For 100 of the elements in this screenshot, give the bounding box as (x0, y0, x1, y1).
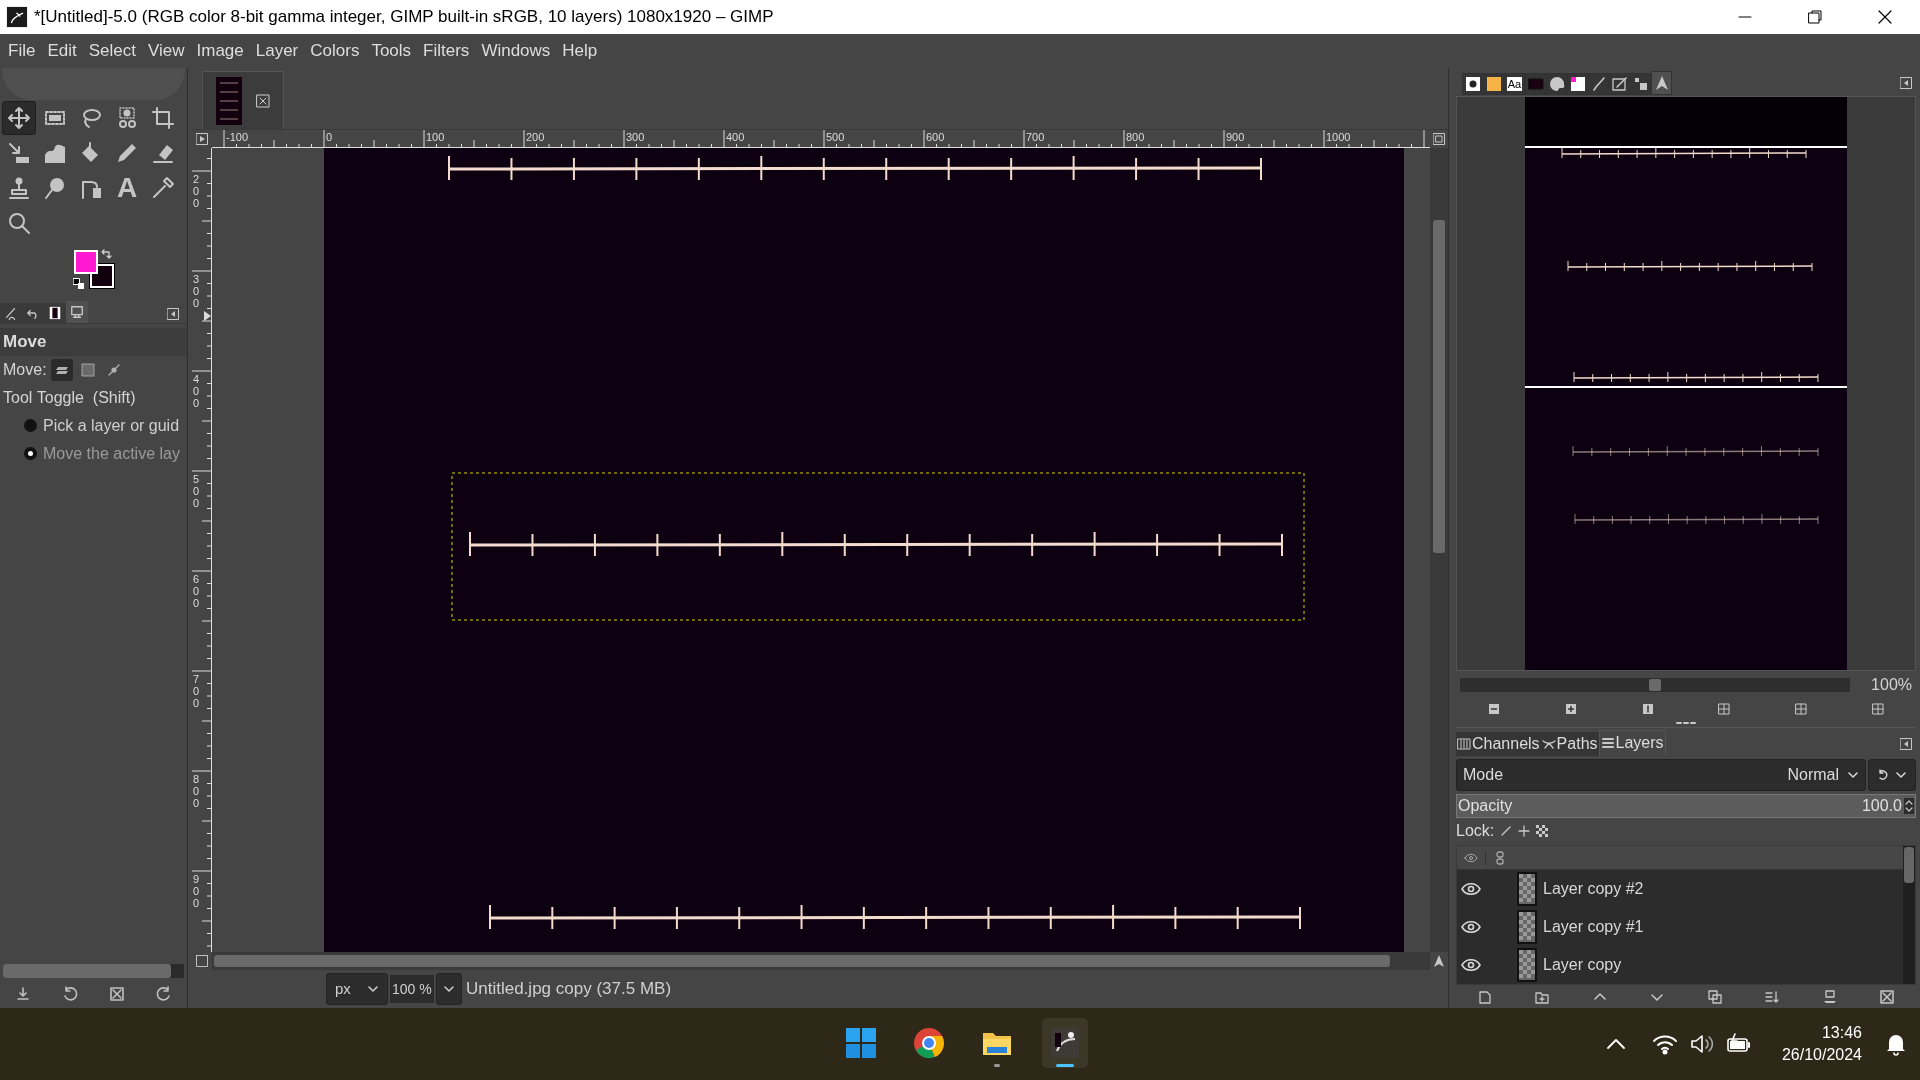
eye-icon (1464, 852, 1478, 863)
ruler-label: 100 (426, 130, 445, 144)
blocks-icon (1632, 75, 1649, 92)
collapse-icon (1900, 737, 1912, 750)
layer-row[interactable]: Layer copy #2 (1457, 869, 1903, 908)
menu-item[interactable]: Edit (41, 38, 83, 64)
dock-tab[interactable] (1630, 72, 1651, 95)
color-swatches[interactable] (74, 250, 115, 289)
clock-time[interactable]: 13:46 (1821, 1022, 1862, 1044)
stamp-icon (7, 176, 31, 200)
save-down-icon (15, 986, 32, 1002)
clock-date[interactable]: 26/10/2024 (1781, 1044, 1862, 1066)
ruler-label: 600 (926, 130, 945, 144)
menu-item[interactable]: Image (190, 38, 250, 64)
image-info: Untitled.jpg copy (37.5 MB) (466, 978, 672, 1001)
menu-item[interactable]: Layer (249, 38, 305, 64)
panel-tab[interactable]: Channels (1456, 731, 1541, 756)
ruler-label: 600 (193, 573, 201, 610)
menu-item[interactable]: Select (82, 38, 142, 64)
fill-window-button[interactable] (1793, 702, 1808, 717)
tool-button[interactable] (2, 101, 36, 135)
new-layer-button[interactable] (1476, 989, 1493, 1006)
pattern-swatch-icon (1485, 75, 1502, 92)
dock-tab[interactable] (1483, 72, 1504, 95)
scrollbar[interactable] (212, 952, 1430, 970)
dock-tab[interactable] (1651, 70, 1672, 95)
lock-position-button[interactable] (1518, 825, 1531, 838)
mode-dropdown[interactable]: Mode Normal (1456, 758, 1866, 792)
lock-pixels-button[interactable] (1500, 825, 1513, 838)
menu-item[interactable]: Help (556, 38, 604, 64)
scrollbar[interactable] (3, 964, 184, 978)
move-label: Move: (3, 359, 47, 380)
image-tab[interactable] (202, 71, 284, 129)
brush-icon (1500, 825, 1513, 838)
radio-button[interactable] (24, 419, 37, 432)
zoom-out-button[interactable] (1487, 702, 1502, 717)
image-thumbnail (216, 76, 242, 125)
move-mode-button[interactable] (50, 358, 73, 381)
spin-arrows-icon (1904, 798, 1914, 815)
dock-tab[interactable] (1546, 72, 1567, 95)
layer-row[interactable]: Layer copy (1457, 945, 1903, 984)
fit-image-button[interactable] (1717, 702, 1732, 717)
layer-name: Layer copy #1 (1543, 916, 1644, 937)
zoom-field[interactable]: 100 % (390, 975, 434, 1003)
browser-icon (913, 1027, 945, 1059)
dock-tab[interactable] (44, 303, 66, 323)
taskbar-button[interactable] (1042, 1018, 1088, 1068)
window-title: *[Untitled]-5.0 (RGB color 8-bit gamma integer, GIMP built-in sRGB, 10 layers) 1080x1920 – GIMP (34, 6, 774, 29)
menu-item[interactable]: Filters (417, 38, 476, 64)
zoom-dropdown[interactable] (436, 973, 462, 1005)
dock-tab[interactable]: Aa (1504, 72, 1525, 95)
default-colors-icon (73, 278, 85, 290)
pencil-icon (115, 141, 139, 165)
panel-tab[interactable]: Paths (1540, 731, 1599, 756)
palette-icon (1548, 75, 1565, 92)
menu-item[interactable]: Colors (304, 38, 366, 64)
scrollbar[interactable] (1430, 148, 1448, 952)
unit-dropdown[interactable]: px (326, 973, 388, 1005)
paintbrush-icon (1590, 75, 1607, 92)
pointer-marker-icon (204, 311, 211, 321)
undo-icon (62, 986, 79, 1002)
zoom-lock-icon (1433, 133, 1445, 145)
collapse-icon (167, 308, 179, 320)
menu-item[interactable]: File (2, 38, 42, 64)
menu-item[interactable]: View (141, 38, 191, 64)
dock-tab[interactable] (1462, 72, 1483, 95)
zoom-slider[interactable] (1460, 677, 1850, 692)
radio-button[interactable] (24, 447, 37, 460)
tool-button[interactable]: A (110, 171, 144, 205)
navigate-icon (1653, 74, 1670, 91)
lock-alpha-button[interactable] (1536, 825, 1549, 838)
ruler-label: 400 (193, 373, 201, 410)
ruler-label: 700 (193, 673, 201, 710)
duplicate-layer-button[interactable] (1706, 989, 1723, 1006)
dock-tab[interactable] (1567, 72, 1588, 95)
dock-tab[interactable] (1609, 72, 1630, 95)
zoom-in-button[interactable] (1564, 702, 1578, 717)
mode-value: Normal (1787, 764, 1839, 785)
dock-tab[interactable] (0, 303, 22, 323)
ruler-label: 500 (826, 130, 845, 144)
actual-size-button[interactable] (1640, 702, 1655, 717)
delete-layer-button[interactable] (1879, 989, 1896, 1006)
ruler-label: 800 (193, 773, 201, 810)
arrow-to-box-icon (7, 141, 31, 165)
layer-name: Layer copy (1543, 954, 1622, 975)
fit-grid-icon (1871, 703, 1884, 716)
dock-tab[interactable] (1588, 72, 1609, 95)
layer-row[interactable]: Layer copy #1 (1457, 907, 1903, 946)
shrink-wrap-button[interactable] (1870, 702, 1885, 717)
composite-mode-dropdown[interactable] (1868, 758, 1916, 792)
new-group-button[interactable] (1534, 989, 1551, 1006)
panel-tab[interactable]: Layers (1598, 729, 1666, 756)
scrollbar[interactable] (1903, 846, 1915, 984)
tool-toggle-label: Tool Toggle (Shift) (2, 387, 137, 408)
opacity-field[interactable]: Opacity 100.0 (1456, 794, 1916, 819)
menu-item[interactable]: Windows (475, 38, 557, 64)
ruler-label: 300 (626, 130, 645, 144)
menu-item[interactable]: Tools (365, 38, 418, 64)
move-icon (7, 106, 31, 130)
slider-thumb[interactable] (1649, 678, 1661, 691)
